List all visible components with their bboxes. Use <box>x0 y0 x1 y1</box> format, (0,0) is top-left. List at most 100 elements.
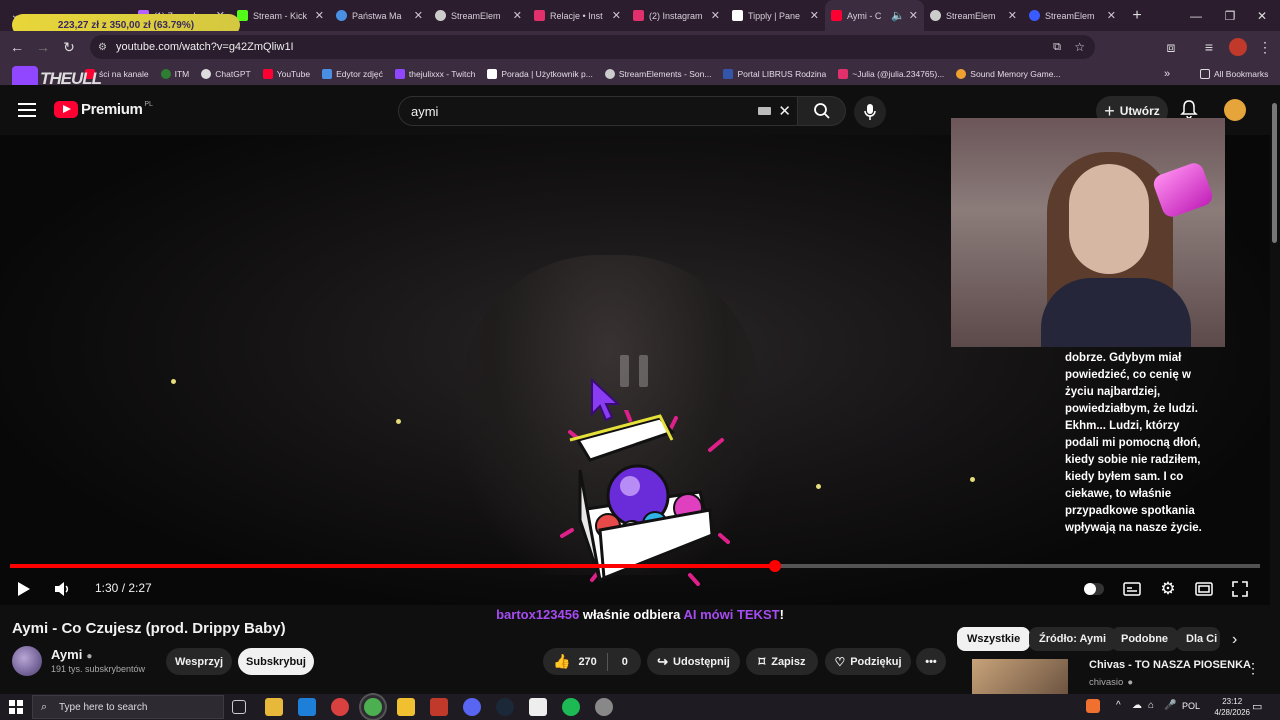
tab-8-active[interactable]: Aymi - C 🔈 ✕ <box>825 0 924 31</box>
close-icon[interactable]: ✕ <box>909 9 918 22</box>
microphone-tray-icon[interactable]: 🎤 <box>1164 700 1176 711</box>
subtitles-button[interactable] <box>1122 578 1142 600</box>
tray-app-icon[interactable] <box>1086 699 1100 713</box>
chip-all[interactable]: Wszystkie <box>957 627 1031 651</box>
bookmarks-overflow-icon[interactable]: » <box>1164 68 1170 80</box>
profile-avatar[interactable] <box>1229 38 1247 56</box>
chevron-right-icon[interactable]: › <box>1232 631 1237 649</box>
tab-5[interactable]: Relacje • Inst ✕ <box>528 0 627 31</box>
share-button[interactable]: ↪ Udostępnij <box>647 648 740 675</box>
scrollbar[interactable] <box>1270 93 1280 693</box>
tab-4[interactable]: StreamElem ✕ <box>429 0 528 31</box>
media-icon[interactable]: ≡ <box>1196 34 1222 60</box>
site-info-icon[interactable]: ⚙ <box>98 42 107 53</box>
tray-chevron-icon[interactable]: ^ <box>1116 700 1121 711</box>
thanks-button[interactable]: ♡ Podziękuj <box>825 648 911 675</box>
tab-3[interactable]: Państwa Ma ✕ <box>330 0 429 31</box>
notification-center-icon[interactable]: ▭ <box>1252 700 1262 713</box>
channel-name[interactable]: Aymi ● <box>51 647 92 662</box>
like-count[interactable]: 270 <box>578 656 596 668</box>
forward-button[interactable]: → <box>30 34 56 60</box>
reload-button[interactable]: ↻ <box>56 34 82 60</box>
app-icon[interactable] <box>595 698 613 716</box>
bookmark-item[interactable]: Porada | Użytkownik p... <box>487 69 593 79</box>
menu-kebab-icon[interactable]: ⋮ <box>1252 34 1278 60</box>
windows-start-icon[interactable] <box>9 700 23 714</box>
chip-for-you[interactable]: Dla Ci <box>1176 627 1220 651</box>
minimize-button[interactable]: — <box>1178 0 1214 31</box>
account-avatar[interactable] <box>1224 99 1246 121</box>
app-icon[interactable] <box>397 698 415 716</box>
play-button[interactable] <box>14 578 34 600</box>
subscribe-button[interactable]: Subskrybuj <box>238 648 314 675</box>
chip-source[interactable]: Źródło: Aymi <box>1029 627 1117 651</box>
taskbar-search-input[interactable]: ⌕ Type here to search <box>32 695 224 719</box>
chip-similar[interactable]: Podobne <box>1111 627 1179 651</box>
theater-mode-button[interactable] <box>1194 578 1214 600</box>
thumbs-up-icon[interactable]: 👍 <box>553 653 570 670</box>
outlook-icon[interactable] <box>298 698 316 716</box>
search-button[interactable] <box>798 96 846 126</box>
bookmark-item[interactable]: ~Julia (@julia.234765)... <box>838 69 944 79</box>
volume-button[interactable] <box>52 578 72 600</box>
tab-6[interactable]: (2) Instagram ✕ <box>627 0 726 31</box>
install-app-icon[interactable]: ⧉ <box>1053 41 1061 54</box>
taskbar-clock[interactable]: 23:12 4/28/2026 <box>1214 696 1250 718</box>
chrome-icon[interactable] <box>364 698 382 716</box>
bookmark-item[interactable]: ITM <box>160 69 189 79</box>
bookmark-item[interactable]: Sound Memory Game... <box>956 69 1061 79</box>
voice-search-button[interactable] <box>854 96 886 128</box>
dislike-count[interactable]: 0 <box>622 656 628 668</box>
progress-bar[interactable] <box>10 560 1260 572</box>
discord-icon[interactable] <box>463 698 481 716</box>
settings-gear-icon[interactable]: ⚙ <box>1158 578 1178 600</box>
bookmark-item[interactable]: StreamElements - Son... <box>604 69 711 79</box>
close-window-button[interactable]: ✕ <box>1244 0 1280 31</box>
file-explorer-icon[interactable] <box>265 698 283 716</box>
support-button[interactable]: Wesprzyj <box>166 648 232 675</box>
bookmark-item[interactable]: Portal LIBRUS Rodzina <box>723 69 826 79</box>
more-actions-button[interactable]: ••• <box>916 648 946 675</box>
language-indicator[interactable]: POL <box>1182 701 1200 711</box>
search-input[interactable]: aymi ✕ <box>398 96 798 126</box>
close-icon[interactable]: ✕ <box>513 9 522 22</box>
tab-7[interactable]: Tipply | Pane ✕ <box>726 0 825 31</box>
scrollbar-thumb[interactable] <box>1272 103 1277 243</box>
youtube-logo[interactable]: Premium PL <box>54 101 153 118</box>
close-icon[interactable]: ✕ <box>711 9 720 22</box>
recommendation-thumbnail[interactable] <box>972 659 1068 697</box>
extensions-icon[interactable]: ⧈ <box>1158 34 1184 60</box>
onedrive-icon[interactable]: ☁ <box>1132 700 1142 711</box>
close-icon[interactable]: ✕ <box>810 9 819 22</box>
app-icon[interactable] <box>529 698 547 716</box>
omnibox[interactable]: ⚙ youtube.com/watch?v=g42ZmQliw1I ⧉ ☆ <box>90 35 1095 59</box>
url-text[interactable]: youtube.com/watch?v=g42ZmQliw1I <box>116 41 294 53</box>
recommendation-title[interactable]: Chivas - TO NASZA PIOSENKA <box>1089 659 1251 671</box>
app-icon[interactable] <box>430 698 448 716</box>
bookmark-item[interactable]: YouTube <box>262 69 310 79</box>
tab-9[interactable]: StreamElem ✕ <box>924 0 1023 31</box>
recommendation-menu-icon[interactable]: ⋮ <box>1246 660 1260 677</box>
star-icon[interactable]: ☆ <box>1074 40 1085 54</box>
clear-search-icon[interactable]: ✕ <box>778 102 791 120</box>
task-view-icon[interactable] <box>232 700 246 714</box>
bookmark-item[interactable]: thejulixxx - Twitch <box>394 69 475 79</box>
bookmark-item[interactable]: Edytor zdjęć <box>322 69 383 79</box>
close-icon[interactable]: ✕ <box>1008 9 1017 22</box>
close-icon[interactable]: ✕ <box>414 9 423 22</box>
all-bookmarks[interactable]: All Bookmarks <box>1200 69 1268 79</box>
close-icon[interactable]: ✕ <box>612 9 621 22</box>
bookmark-item[interactable]: ChatGPT <box>201 69 251 79</box>
app-icon[interactable] <box>331 698 349 716</box>
fullscreen-button[interactable] <box>1230 578 1250 600</box>
keyboard-icon[interactable] <box>758 107 771 115</box>
tab-10[interactable]: StreamElem ✕ <box>1023 0 1122 31</box>
progress-scrubber[interactable] <box>769 560 781 572</box>
tab-2[interactable]: Stream - Kick ✕ <box>231 0 330 31</box>
save-button[interactable]: ⌑ Zapisz <box>746 648 818 675</box>
close-icon[interactable]: ✕ <box>1107 9 1116 22</box>
close-icon[interactable]: ✕ <box>315 9 324 22</box>
hamburger-menu-icon[interactable] <box>18 103 36 117</box>
restore-button[interactable]: ❐ <box>1212 0 1248 31</box>
recommendation-channel[interactable]: chivasio ● <box>1089 677 1133 688</box>
